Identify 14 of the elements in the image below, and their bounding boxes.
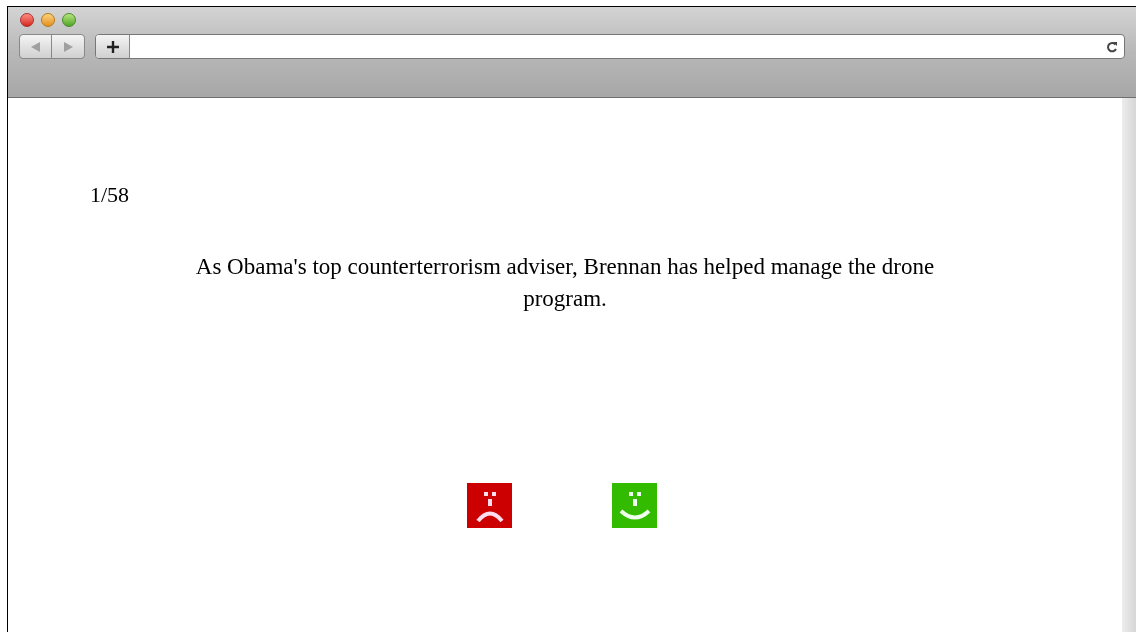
frown-face-button[interactable] <box>467 483 512 528</box>
close-window-button[interactable] <box>20 13 34 27</box>
add-bookmark-button[interactable] <box>96 35 130 58</box>
reload-icon <box>1106 40 1118 53</box>
back-arrow-icon <box>31 41 40 52</box>
forward-arrow-icon <box>63 41 73 52</box>
smile-face-icon <box>618 489 651 522</box>
minimize-window-button[interactable] <box>41 13 55 27</box>
statement-text: As Obama's top counterterrorism adviser, Brennan has helped manage the drone program. <box>194 253 936 313</box>
plus-icon <box>106 40 119 53</box>
frown-face-icon <box>474 489 505 522</box>
smile-face-button[interactable] <box>612 483 657 528</box>
zoom-window-button[interactable] <box>62 13 76 27</box>
question-counter: 1/58 <box>90 181 130 209</box>
